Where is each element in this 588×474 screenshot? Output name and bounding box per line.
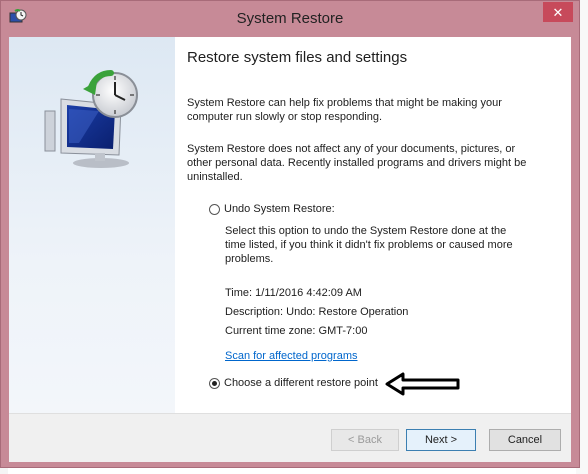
dialog-client-area: Restore system files and settings System… xyxy=(9,37,571,462)
different-restore-point-label[interactable]: Choose a different restore point xyxy=(224,377,378,389)
personal-data-paragraph: System Restore does not affect any of yo… xyxy=(187,143,527,183)
cancel-button[interactable]: Cancel xyxy=(489,429,561,451)
undo-restore-radio[interactable] xyxy=(209,203,220,215)
close-button[interactable]: ✕ xyxy=(543,2,573,22)
undo-restore-time: Time: 1/11/2016 4:42:09 AM xyxy=(225,287,362,299)
restore-computer-clock-icon xyxy=(44,70,138,168)
title-bar[interactable]: System Restore ✕ xyxy=(1,1,579,37)
wizard-content-panel: Restore system files and settings System… xyxy=(175,37,571,413)
wizard-side-panel xyxy=(9,37,175,413)
undo-restore-option[interactable]: Undo System Restore: xyxy=(209,203,335,215)
next-button[interactable]: Next > xyxy=(406,429,476,451)
scan-affected-programs-link[interactable]: Scan for affected programs xyxy=(225,350,357,362)
window-title: System Restore xyxy=(236,10,344,27)
back-button[interactable]: < Back xyxy=(331,429,399,451)
wizard-button-bar: < Back Next > Cancel xyxy=(9,413,571,462)
intro-paragraph: System Restore can help fix problems tha… xyxy=(187,97,502,123)
different-restore-point-option[interactable]: Choose a different restore point xyxy=(209,377,378,389)
undo-restore-label[interactable]: Undo System Restore: xyxy=(224,203,335,215)
undo-restore-description: Select this option to undo the System Re… xyxy=(225,225,513,265)
arrow-left-icon xyxy=(385,372,460,396)
page-title: Restore system files and settings xyxy=(187,49,408,66)
current-time-zone: Current time zone: GMT-7:00 xyxy=(225,325,368,337)
different-restore-point-radio[interactable] xyxy=(209,377,220,389)
undo-restore-operation: Description: Undo: Restore Operation xyxy=(225,306,409,318)
system-restore-window: System Restore ✕ Restore system files an… xyxy=(0,0,580,468)
